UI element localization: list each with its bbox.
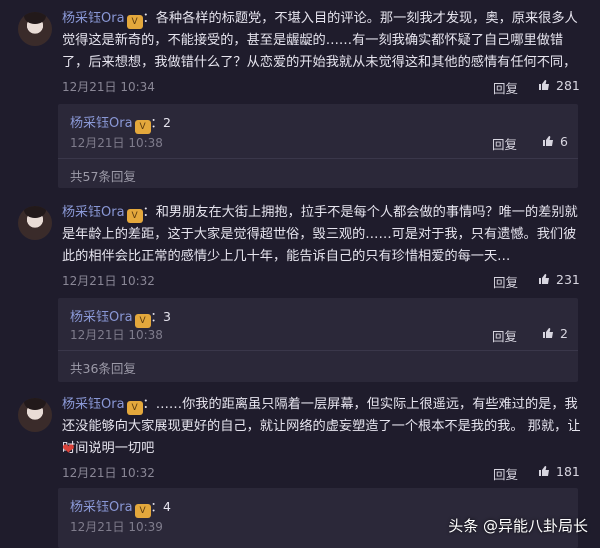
verified-badge-icon: V bbox=[126, 209, 143, 223]
thumb-up-icon bbox=[543, 328, 553, 338]
avatar[interactable] bbox=[18, 398, 52, 432]
sub-reply: 杨采钰Ora V ：3 bbox=[70, 306, 171, 328]
sub-reply-text: ：2 bbox=[150, 115, 171, 130]
comment-time: 12月21日 10:32 bbox=[62, 466, 155, 480]
comment-body: 杨采钰Ora V ：和男朋友在大街上拥抱，拉手不是每个人都会做的事情吗？唯一的差别就… bbox=[62, 202, 582, 268]
like-count: 6 bbox=[560, 134, 568, 149]
watermark: 头条 @异能八卦局长 bbox=[448, 517, 588, 535]
sub-reply-text: ：4 bbox=[150, 499, 171, 514]
comment-body: 杨采钰Ora V ：……你我的距离虽只隔着一层屏幕，但实际上很遥远，有些难过的是，我… bbox=[62, 394, 582, 460]
username-link[interactable]: 杨采钰Ora bbox=[70, 116, 133, 131]
verified-badge-icon: V bbox=[126, 15, 143, 29]
sub-reply: 杨采钰Ora V ：4 bbox=[70, 496, 171, 518]
like-count: 181 bbox=[556, 464, 580, 479]
verified-badge-icon: V bbox=[126, 401, 143, 415]
reply-button[interactable]: 回复 bbox=[493, 78, 518, 97]
username-link[interactable]: 杨采钰Ora bbox=[62, 397, 125, 412]
avatar[interactable] bbox=[18, 12, 52, 46]
thumb-up-icon bbox=[539, 466, 549, 476]
divider bbox=[58, 350, 578, 351]
heart-emoji-icon: ❤ bbox=[62, 440, 75, 458]
username-link[interactable]: 杨采钰Ora bbox=[70, 310, 133, 325]
username-link[interactable]: 杨采钰Ora bbox=[70, 500, 133, 515]
more-replies-link[interactable]: 共36条回复 bbox=[70, 358, 136, 377]
sub-reply-time: 12月21日 10:38 bbox=[70, 328, 163, 342]
like-button[interactable]: 181 bbox=[538, 464, 580, 479]
thumb-up-icon bbox=[539, 274, 549, 284]
like-button[interactable]: 2 bbox=[542, 326, 568, 341]
like-count: 2 bbox=[560, 326, 568, 341]
comment-body: 杨采钰Ora V ：各种各样的标题党，不堪入目的评论。那一刻我才发现，奥，原来很多人… bbox=[62, 8, 582, 74]
divider bbox=[58, 158, 578, 159]
comment-time: 12月21日 10:32 bbox=[62, 274, 155, 288]
reply-button[interactable]: 回复 bbox=[493, 464, 518, 483]
verified-badge-icon: V bbox=[134, 504, 151, 518]
more-replies-link[interactable]: 共57条回复 bbox=[70, 166, 136, 185]
sub-reply: 杨采钰Ora V ：2 bbox=[70, 112, 171, 134]
username-link[interactable]: 杨采钰Ora bbox=[62, 11, 125, 26]
like-count: 231 bbox=[556, 272, 580, 287]
reply-button[interactable]: 回复 bbox=[492, 326, 517, 345]
avatar[interactable] bbox=[18, 206, 52, 240]
reply-box: 杨采钰Ora V ：2 12月21日 10:38 回复 6 共57条回复 bbox=[58, 104, 578, 188]
like-button[interactable]: 6 bbox=[542, 134, 568, 149]
sub-reply-time: 12月21日 10:38 bbox=[70, 136, 163, 150]
like-count: 281 bbox=[556, 78, 580, 93]
thumb-up-icon bbox=[539, 80, 549, 90]
reply-button[interactable]: 回复 bbox=[493, 272, 518, 291]
like-button[interactable]: 281 bbox=[538, 78, 580, 93]
thumb-up-icon bbox=[543, 136, 553, 146]
sub-reply-time: 12月21日 10:39 bbox=[70, 520, 163, 534]
comment-time: 12月21日 10:34 bbox=[62, 80, 155, 94]
reply-box: 杨采钰Ora V ：3 12月21日 10:38 回复 2 共36条回复 bbox=[58, 298, 578, 382]
verified-badge-icon: V bbox=[134, 120, 151, 134]
like-button[interactable]: 231 bbox=[538, 272, 580, 287]
username-link[interactable]: 杨采钰Ora bbox=[62, 205, 125, 220]
sub-reply-text: ：3 bbox=[150, 309, 171, 324]
reply-button[interactable]: 回复 bbox=[492, 134, 517, 153]
